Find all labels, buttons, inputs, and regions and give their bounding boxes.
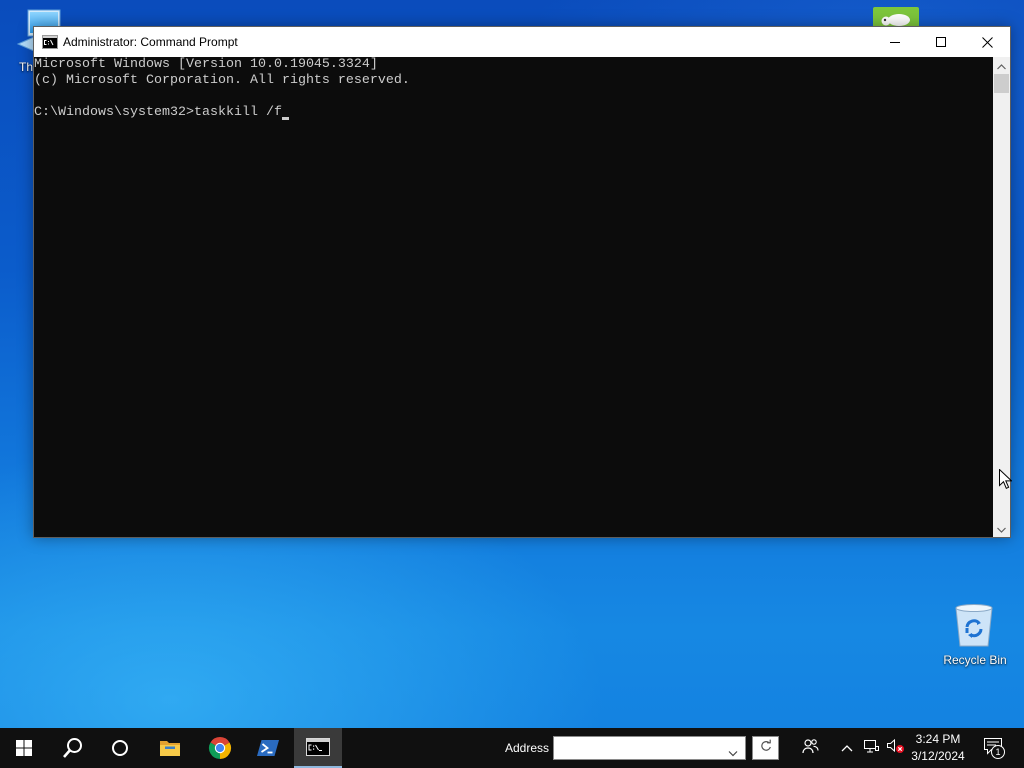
- clock-date: 3/12/2024: [911, 749, 965, 763]
- powershell-icon: [256, 739, 280, 757]
- taskbar-app-file-explorer[interactable]: [146, 728, 194, 768]
- command-prompt-window[interactable]: Administrator: Command Prompt Microsoft …: [33, 26, 1011, 538]
- recycle-bin-icon: [952, 604, 996, 653]
- desktop-icon-label: Th: [19, 60, 34, 74]
- scrollbar-thumb[interactable]: [994, 74, 1009, 93]
- file-explorer-icon: [159, 739, 181, 757]
- maximize-button[interactable]: [918, 27, 964, 57]
- refresh-icon: [760, 739, 772, 757]
- volume-button[interactable]: [884, 728, 906, 768]
- address-toolbar-label: Address: [505, 741, 550, 755]
- prompt-text: C:\Windows\system32>: [34, 105, 194, 120]
- terminal-line: (c) Microsoft Corporation. All rights re…: [34, 73, 410, 88]
- start-button[interactable]: [0, 728, 48, 768]
- chevron-up-icon: [997, 57, 1006, 75]
- window-title: Administrator: Command Prompt: [63, 35, 238, 49]
- minimize-icon: [890, 37, 900, 47]
- clock-time: 3:24 PM: [915, 732, 961, 746]
- terminal-output[interactable]: Microsoft Windows [Version 10.0.19045.33…: [34, 57, 993, 537]
- minimize-button[interactable]: [872, 27, 918, 57]
- search-button[interactable]: [48, 728, 96, 768]
- console-client-area[interactable]: Microsoft Windows [Version 10.0.19045.33…: [34, 57, 1010, 537]
- taskbar-app-command-prompt[interactable]: [294, 728, 342, 768]
- text-cursor: [281, 105, 290, 121]
- address-refresh-button[interactable]: [752, 736, 779, 760]
- title-bar[interactable]: Administrator: Command Prompt: [34, 27, 1010, 57]
- address-input[interactable]: [554, 737, 724, 759]
- command-input[interactable]: taskkill /f: [194, 105, 282, 120]
- cortana-icon: [111, 739, 129, 757]
- chevron-down-icon: [997, 520, 1006, 538]
- close-button[interactable]: [964, 27, 1010, 57]
- chrome-icon: [208, 736, 232, 760]
- command-prompt-icon: [306, 738, 330, 756]
- scroll-down-button[interactable]: [993, 520, 1010, 537]
- chevron-up-icon: [841, 739, 853, 757]
- close-icon: [981, 36, 993, 48]
- vertical-scrollbar[interactable]: [993, 57, 1010, 537]
- clock[interactable]: 3:24 PM 3/12/2024: [905, 731, 971, 765]
- mouse-cursor: [999, 468, 1013, 495]
- show-hidden-icons-button[interactable]: [835, 728, 859, 768]
- terminal-line: Microsoft Windows [Version 10.0.19045.33…: [34, 57, 378, 72]
- windows-start-icon: [16, 740, 32, 756]
- search-icon: [62, 737, 83, 759]
- chevron-down-icon[interactable]: [728, 744, 738, 762]
- people-icon: [801, 738, 819, 759]
- notification-count-badge: 1: [991, 745, 1005, 759]
- network-icon: [863, 738, 880, 759]
- taskbar-app-chrome[interactable]: [196, 728, 244, 768]
- command-line[interactable]: C:\Windows\system32>taskkill /f: [34, 105, 993, 121]
- scroll-up-button[interactable]: [993, 57, 1010, 74]
- volume-muted-icon: [886, 738, 905, 759]
- command-prompt-icon: [42, 35, 58, 49]
- taskbar: Address 3:24 PM 3/12/2024 1: [0, 728, 1024, 768]
- people-button[interactable]: [798, 728, 822, 768]
- address-toolbar-box[interactable]: [553, 736, 746, 760]
- network-button[interactable]: [861, 728, 881, 768]
- desktop-icon-recycle-bin[interactable]: [952, 601, 996, 654]
- cortana-button[interactable]: [96, 728, 144, 768]
- maximize-icon: [936, 37, 946, 47]
- taskbar-app-powershell[interactable]: [244, 728, 292, 768]
- desktop-icon-label: Recycle Bin: [943, 653, 1007, 667]
